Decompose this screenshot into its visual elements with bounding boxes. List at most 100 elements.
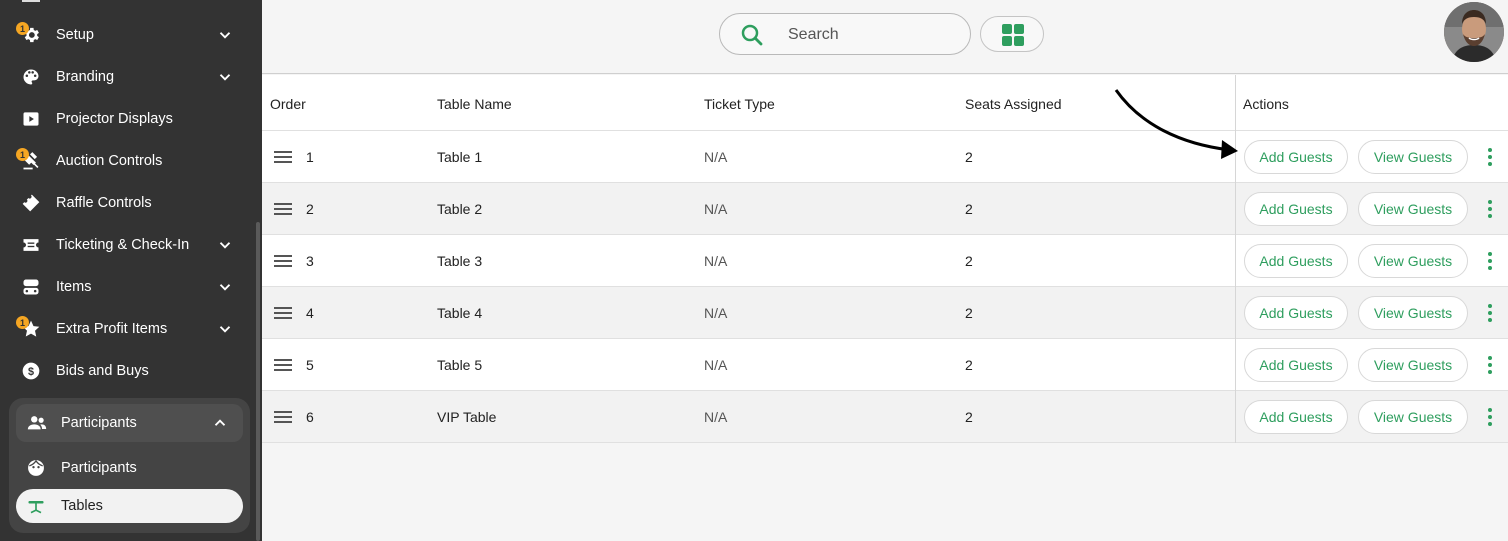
notification-badge: 1 bbox=[16, 22, 29, 35]
people-icon bbox=[26, 412, 48, 438]
table-icon bbox=[26, 496, 46, 520]
add-guests-button[interactable]: Add Guests bbox=[1244, 400, 1348, 434]
sidebar-item-items[interactable]: Items bbox=[0, 266, 256, 308]
ticketing-icon bbox=[20, 234, 42, 256]
sidebar-item-auction-controls[interactable]: 1 Auction Controls bbox=[0, 140, 256, 182]
table-row: 5 Table 5 N/A 2 Add Guests View Guests bbox=[262, 339, 1508, 391]
sidebar-item-partial-icon bbox=[22, 0, 40, 2]
sidebar-subitem-label: Participants bbox=[61, 460, 137, 476]
column-header-ticket-type[interactable]: Ticket Type bbox=[704, 96, 775, 112]
sidebar-item-branding[interactable]: Branding bbox=[0, 56, 256, 98]
more-options-icon[interactable] bbox=[1482, 199, 1498, 219]
more-options-icon[interactable] bbox=[1482, 303, 1498, 323]
annotation-arrow bbox=[1114, 89, 1238, 159]
more-options-icon[interactable] bbox=[1482, 147, 1498, 167]
chevron-down-icon bbox=[219, 326, 231, 333]
table-row: 4 Table 4 N/A 2 Add Guests View Guests bbox=[262, 287, 1508, 339]
sidebar-item-label: Branding bbox=[56, 69, 115, 85]
cell-table-name: Table 2 bbox=[437, 201, 483, 217]
cell-seats-assigned: 2 bbox=[965, 357, 973, 373]
cell-ticket-type: N/A bbox=[704, 253, 728, 269]
cell-ticket-type: N/A bbox=[704, 357, 728, 373]
view-guests-button[interactable]: View Guests bbox=[1358, 296, 1468, 330]
drag-handle-icon[interactable] bbox=[274, 150, 292, 167]
add-guests-button[interactable]: Add Guests bbox=[1244, 296, 1348, 330]
column-header-order[interactable]: Order bbox=[270, 96, 306, 112]
table-row: 6 VIP Table N/A 2 Add Guests View Guests bbox=[262, 391, 1508, 443]
view-guests-button[interactable]: View Guests bbox=[1358, 244, 1468, 278]
chevron-down-icon bbox=[219, 32, 231, 39]
notification-badge: 1 bbox=[16, 316, 29, 329]
chevron-down-icon bbox=[219, 74, 231, 81]
cell-ticket-type: N/A bbox=[704, 149, 728, 165]
cell-seats-assigned: 2 bbox=[965, 409, 973, 425]
svg-text:$: $ bbox=[28, 366, 34, 378]
sidebar-item-bids-and-buys[interactable]: $ Bids and Buys bbox=[0, 350, 256, 392]
grid-icon bbox=[1001, 23, 1025, 52]
face-icon bbox=[26, 458, 46, 482]
sidebar-item-projector-displays[interactable]: Projector Displays bbox=[0, 98, 256, 140]
cell-order: 4 bbox=[306, 305, 314, 321]
sidebar-item-label: Projector Displays bbox=[56, 111, 173, 127]
sidebar-item-setup[interactable]: 1 Setup bbox=[0, 14, 256, 56]
cell-ticket-type: N/A bbox=[704, 201, 728, 217]
sidebar-item-extra-profit-items[interactable]: 1 Extra Profit Items bbox=[0, 308, 256, 350]
view-guests-button[interactable]: View Guests bbox=[1358, 400, 1468, 434]
dollar-icon: $ bbox=[20, 360, 42, 382]
more-options-icon[interactable] bbox=[1482, 251, 1498, 271]
sidebar-group-label: Participants bbox=[61, 415, 137, 431]
sidebar-subitem-label: Tables bbox=[61, 498, 103, 514]
cell-table-name: VIP Table bbox=[437, 409, 497, 425]
topbar bbox=[262, 0, 1508, 74]
ticket-icon bbox=[20, 192, 42, 214]
sidebar-item-label: Items bbox=[56, 279, 92, 295]
drag-handle-icon[interactable] bbox=[274, 202, 292, 219]
sidebar-item-ticketing-check-in[interactable]: Ticketing & Check-In bbox=[0, 224, 256, 266]
search-icon bbox=[740, 23, 764, 52]
table-row: 2 Table 2 N/A 2 Add Guests View Guests bbox=[262, 183, 1508, 235]
sidebar-group-header[interactable]: Participants bbox=[16, 404, 243, 442]
column-header-seats-assigned[interactable]: Seats Assigned bbox=[965, 96, 1062, 112]
sidebar-scrollbar[interactable] bbox=[256, 222, 260, 541]
column-header-table-name[interactable]: Table Name bbox=[437, 96, 512, 112]
cell-order: 1 bbox=[306, 149, 314, 165]
cell-table-name: Table 3 bbox=[437, 253, 483, 269]
sidebar-item-label: Auction Controls bbox=[56, 153, 163, 169]
avatar[interactable] bbox=[1444, 2, 1504, 62]
cell-seats-assigned: 2 bbox=[965, 253, 973, 269]
more-options-icon[interactable] bbox=[1482, 407, 1498, 427]
cell-ticket-type: N/A bbox=[704, 409, 728, 425]
drag-handle-icon[interactable] bbox=[274, 254, 292, 271]
sidebar-subitem-tables[interactable]: Tables bbox=[16, 489, 243, 523]
search-box[interactable] bbox=[719, 13, 971, 55]
items-icon bbox=[20, 276, 42, 298]
add-guests-button[interactable]: Add Guests bbox=[1244, 244, 1348, 278]
sidebar-group-participants: Participants Participants Tables bbox=[9, 398, 250, 533]
more-options-icon[interactable] bbox=[1482, 355, 1498, 375]
cell-seats-assigned: 2 bbox=[965, 305, 973, 321]
view-guests-button[interactable]: View Guests bbox=[1358, 192, 1468, 226]
table-row: 3 Table 3 N/A 2 Add Guests View Guests bbox=[262, 235, 1508, 287]
view-guests-button[interactable]: View Guests bbox=[1358, 348, 1468, 382]
sidebar: 1 Setup Branding Projector Displays 1 Au… bbox=[0, 0, 262, 541]
drag-handle-icon[interactable] bbox=[274, 410, 292, 427]
add-guests-button[interactable]: Add Guests bbox=[1244, 192, 1348, 226]
sidebar-item-label: Extra Profit Items bbox=[56, 321, 168, 337]
chevron-down-icon bbox=[219, 242, 231, 249]
sidebar-item-label: Setup bbox=[56, 27, 94, 43]
search-input[interactable] bbox=[788, 24, 948, 46]
add-guests-button[interactable]: Add Guests bbox=[1244, 140, 1348, 174]
drag-handle-icon[interactable] bbox=[274, 358, 292, 375]
view-guests-button[interactable]: View Guests bbox=[1358, 140, 1468, 174]
add-guests-button[interactable]: Add Guests bbox=[1244, 348, 1348, 382]
sidebar-item-label: Bids and Buys bbox=[56, 363, 149, 379]
cell-order: 2 bbox=[306, 201, 314, 217]
table-header: Order Table Name Ticket Type Seats Assig… bbox=[262, 75, 1508, 131]
tables-table: Order Table Name Ticket Type Seats Assig… bbox=[262, 75, 1508, 443]
play-icon bbox=[20, 108, 42, 130]
grid-view-button[interactable] bbox=[980, 16, 1044, 52]
sidebar-subitem-participants[interactable]: Participants bbox=[16, 451, 243, 485]
sidebar-item-raffle-controls[interactable]: Raffle Controls bbox=[0, 182, 256, 224]
cell-ticket-type: N/A bbox=[704, 305, 728, 321]
drag-handle-icon[interactable] bbox=[274, 306, 292, 323]
